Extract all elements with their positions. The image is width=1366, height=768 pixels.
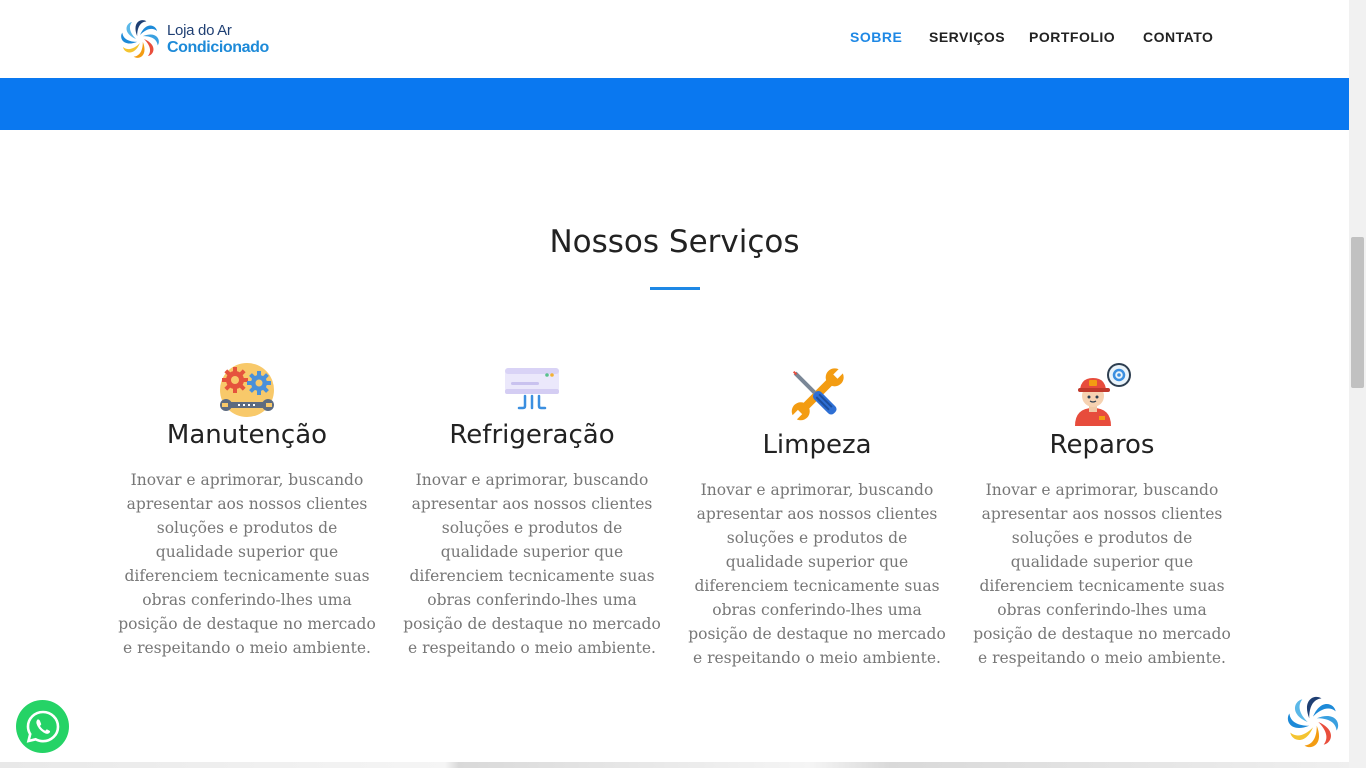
service-description: Inovar e aprimorar, buscando apresentar … bbox=[403, 471, 661, 657]
service-description: Inovar e aprimorar, buscando apresentar … bbox=[118, 471, 376, 657]
service-title: Refrigeração bbox=[449, 420, 615, 450]
whatsapp-icon bbox=[26, 710, 59, 743]
nav-link-contato[interactable]: CONTATO bbox=[1143, 29, 1213, 49]
technician-icon bbox=[1075, 363, 1131, 426]
brand-floating-button[interactable] bbox=[1285, 694, 1341, 750]
nav-link-portfolio[interactable]: PORTFOLIO bbox=[1029, 29, 1115, 49]
service-card-manutencao: Manutenção Inovar e aprimorar, buscando … bbox=[117, 362, 377, 660]
service-title: Manutenção bbox=[166, 420, 328, 450]
title-underline bbox=[650, 287, 700, 290]
service-title: Limpeza bbox=[762, 430, 872, 460]
service-description: Inovar e aprimorar, buscando apresentar … bbox=[688, 481, 946, 667]
site-header: Loja do Ar Condicionado SOBRE SERVIÇOS P… bbox=[0, 0, 1349, 78]
service-card-refrigeracao: Refrigeração Inovar e aprimorar, buscand… bbox=[402, 362, 662, 660]
nav-link-sobre[interactable]: SOBRE bbox=[850, 29, 902, 49]
section-title: Nossos Serviços bbox=[549, 224, 800, 260]
whatsapp-button[interactable] bbox=[16, 700, 69, 753]
site-logo[interactable]: Loja do Ar Condicionado bbox=[119, 17, 279, 61]
logo-line1: Loja do Ar bbox=[167, 22, 232, 39]
next-section-edge bbox=[0, 762, 1349, 768]
service-card-reparos: Reparos Inovar e aprimorar, buscando apr… bbox=[972, 362, 1232, 670]
hero-band bbox=[0, 78, 1349, 130]
logo-line2: Condicionado bbox=[167, 39, 269, 56]
service-title: Reparos bbox=[1049, 430, 1155, 460]
air-conditioner-icon bbox=[505, 368, 559, 410]
scrollbar-thumb[interactable] bbox=[1351, 237, 1364, 388]
brand-swirl-icon bbox=[121, 20, 159, 58]
logo-text: Loja do Ar Condicionado bbox=[167, 22, 269, 56]
service-description: Inovar e aprimorar, buscando apresentar … bbox=[973, 481, 1231, 667]
wrench-screwdriver-icon bbox=[791, 368, 844, 421]
service-card-limpeza: Limpeza Inovar e aprimorar, buscando apr… bbox=[687, 362, 947, 670]
nav-link-servicos[interactable]: SERVIÇOS bbox=[929, 29, 1005, 49]
gears-wrench-icon bbox=[220, 363, 274, 417]
brand-swirl-icon bbox=[1287, 696, 1339, 748]
